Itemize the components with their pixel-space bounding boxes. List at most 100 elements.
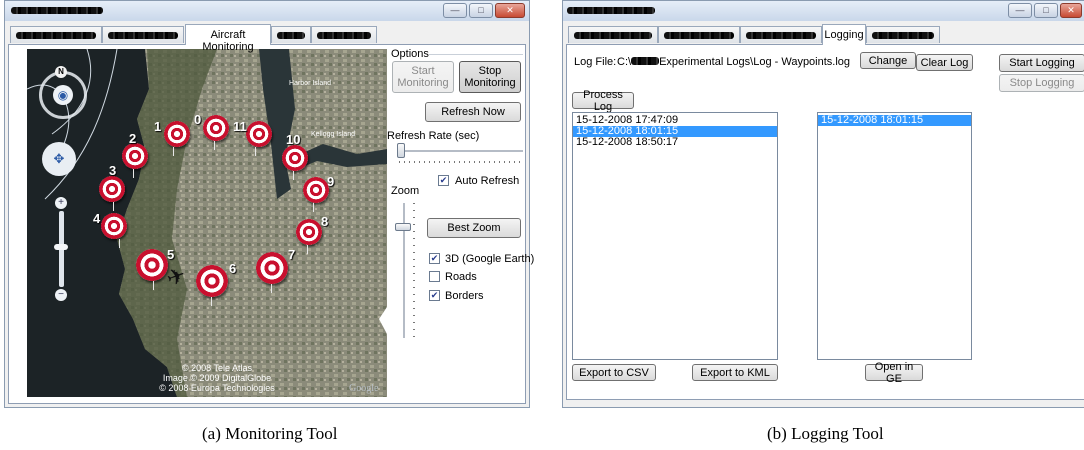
close-button[interactable]: ✕ <box>1060 3 1082 18</box>
log-entries-list[interactable]: 15-12-2008 17:47:09 15-12-2008 18:01:15 … <box>572 112 778 360</box>
waypoint-label-7: 7 <box>288 247 296 262</box>
attribution-line-1: © 2008 Tele Atlas <box>181 363 252 373</box>
minimize-button[interactable]: — <box>443 3 467 18</box>
borders-checkbox[interactable]: ✔ <box>429 290 440 301</box>
tab-label: Aircraft Monitoring <box>202 29 254 53</box>
tab-label-redacted <box>317 32 371 39</box>
tab-redacted-1[interactable] <box>10 26 102 43</box>
slider-thumb[interactable] <box>397 143 405 158</box>
tab-redacted-3[interactable] <box>271 26 311 43</box>
title-bar: — □ ✕ <box>563 1 1084 21</box>
processed-entry-selected[interactable]: 15-12-2008 18:01:15 <box>818 115 971 126</box>
harbor-island-label: Harbor Island <box>289 80 332 87</box>
waypoint-tail <box>271 284 272 293</box>
slider-thumb[interactable] <box>395 223 411 231</box>
waypoint-label-1: 1 <box>154 119 162 134</box>
tab-redacted-3[interactable] <box>740 26 822 43</box>
log-file-label: Log File: <box>574 56 617 68</box>
3d-google-earth-checkbox[interactable]: ✔ <box>429 253 440 264</box>
waypoint-label-8: 8 <box>321 214 329 229</box>
waypoint-marker-7[interactable] <box>256 252 288 284</box>
options-group-title: Options <box>391 48 429 60</box>
tab-strip: Aircraft Monitoring <box>8 24 526 53</box>
waypoint-marker-8[interactable] <box>296 219 322 245</box>
waypoint-label-6: 6 <box>229 261 237 276</box>
tab-label-redacted <box>574 32 652 39</box>
slider-track <box>397 150 523 153</box>
tab-aircraft-monitoring[interactable]: Aircraft Monitoring <box>185 24 271 53</box>
waypoint-marker-0[interactable] <box>203 115 229 141</box>
maximize-button[interactable]: □ <box>1034 3 1058 18</box>
logging-panel: Log File: C:\ Experimental Logs\Log - Way… <box>566 44 1084 400</box>
compass-label: N <box>58 67 64 76</box>
close-button[interactable]: ✕ <box>495 3 525 18</box>
compass-north-icon[interactable]: N <box>55 66 67 78</box>
tab-label-redacted <box>664 32 734 39</box>
tab-redacted-4[interactable] <box>311 26 377 43</box>
waypoint-label-10: 10 <box>286 132 301 147</box>
waypoint-marker-2[interactable] <box>122 143 148 169</box>
tab-strip: Logging <box>566 24 1084 45</box>
pan-control-icon[interactable]: ✥ <box>42 142 76 176</box>
refresh-rate-slider[interactable] <box>397 143 523 163</box>
refresh-now-button[interactable]: Refresh Now <box>425 102 521 122</box>
best-zoom-button[interactable]: Best Zoom <box>427 218 521 238</box>
waypoint-tail <box>293 171 294 180</box>
waypoint-tail <box>211 297 212 306</box>
waypoint-marker-3[interactable] <box>99 176 125 202</box>
maximize-button[interactable]: □ <box>469 3 493 18</box>
waypoint-marker-10[interactable] <box>282 145 308 171</box>
tab-redacted-1[interactable] <box>568 26 658 43</box>
attribution-line-2: Image © 2009 DigitalGlobe <box>162 373 272 383</box>
monitoring-window: — □ ✕ Aircraft Monitoring Options Start … <box>4 0 534 408</box>
waypoint-marker-1[interactable] <box>164 121 190 147</box>
tab-redacted-4[interactable] <box>866 26 940 43</box>
change-button[interactable]: Change <box>860 52 916 69</box>
process-log-button[interactable]: Process Log <box>572 89 634 113</box>
waypoint-tail <box>214 141 215 150</box>
zoom-in-icon[interactable]: + <box>55 197 67 209</box>
slider-ticks <box>413 203 415 338</box>
waypoint-marker-11[interactable] <box>246 121 272 147</box>
tab-redacted-2[interactable] <box>102 26 184 43</box>
waypoint-tail <box>119 239 120 248</box>
auto-refresh-checkbox[interactable]: ✔ <box>438 175 449 186</box>
stop-logging-button[interactable]: Stop Logging <box>999 74 1084 92</box>
processed-entries-list[interactable]: 15-12-2008 18:01:15 <box>817 112 972 360</box>
minimize-button[interactable]: — <box>1008 3 1032 18</box>
export-csv-button[interactable]: Export to CSV <box>572 364 656 381</box>
waypoint-marker-6[interactable] <box>196 265 228 297</box>
waypoint-tail <box>173 147 174 156</box>
zoom-slider[interactable] <box>395 203 417 338</box>
zoom-handle-icon[interactable] <box>54 244 68 250</box>
tab-label-redacted <box>108 32 178 39</box>
waypoint-label-3: 3 <box>109 163 117 178</box>
navigation-ring[interactable]: ◉ <box>39 71 87 119</box>
zoom-out-icon[interactable]: − <box>55 289 67 301</box>
roads-checkbox[interactable] <box>429 271 440 282</box>
export-kml-button[interactable]: Export to KML <box>692 364 778 381</box>
title-bar: — □ ✕ <box>5 1 529 21</box>
clear-log-button[interactable]: Clear Log <box>916 54 973 71</box>
stop-monitoring-button[interactable]: Stop Monitoring <box>459 61 521 93</box>
waypoint-tail <box>133 169 134 178</box>
tab-label-redacted <box>872 32 934 39</box>
start-monitoring-button[interactable]: Start Monitoring <box>392 61 454 93</box>
look-around-icon[interactable]: ◉ <box>53 85 73 105</box>
start-logging-button[interactable]: Start Logging <box>999 54 1084 72</box>
tab-logging[interactable]: Logging <box>822 24 866 45</box>
tab-redacted-2[interactable] <box>658 26 740 43</box>
waypoint-marker-9[interactable] <box>303 177 329 203</box>
open-in-ge-button[interactable]: Open in GE <box>865 361 923 385</box>
waypoint-marker-5[interactable] <box>136 249 168 281</box>
waypoint-tail <box>255 147 256 156</box>
waypoint-marker-4[interactable] <box>101 213 127 239</box>
google-earth-map[interactable]: ◉ N ✥ + − Harbor Island Kellogg Island 0… <box>27 49 387 397</box>
3d-google-earth-label: 3D (Google Earth) <box>445 253 535 265</box>
roads-label: Roads <box>445 271 477 283</box>
waypoint-tail <box>113 202 114 211</box>
slider-ticks <box>399 161 521 163</box>
log-entry[interactable]: 15-12-2008 18:50:17 <box>573 137 777 148</box>
tab-label-redacted <box>746 32 816 39</box>
options-group-border <box>429 54 523 55</box>
